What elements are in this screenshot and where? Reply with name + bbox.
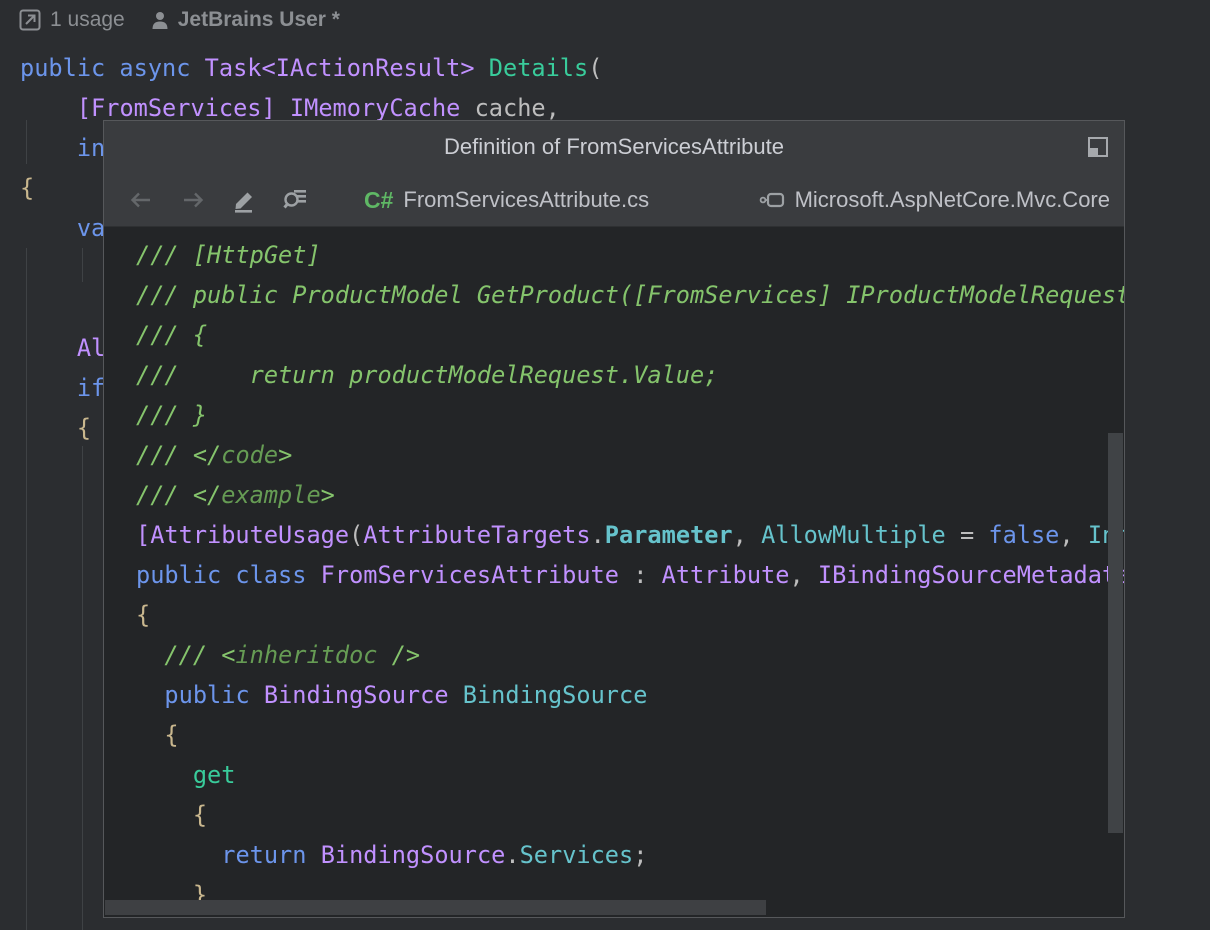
- code-line: {: [136, 795, 1124, 835]
- indent-guide: [26, 120, 27, 164]
- popup-body[interactable]: /// [HttpGet]/// public ProductModel Get…: [104, 227, 1124, 917]
- popup-toolbar: C# FromServicesAttribute.cs Microsoft.As…: [104, 173, 1124, 227]
- code-line: public async Task<IActionResult> Details…: [20, 48, 602, 88]
- code-line: /// </code>: [136, 435, 1124, 475]
- library-icon: [759, 187, 785, 213]
- code-line: /// [HttpGet]: [136, 235, 1124, 275]
- author-annotation[interactable]: JetBrains User *: [178, 8, 340, 32]
- search-preview-icon[interactable]: [282, 187, 308, 213]
- usages-hint[interactable]: 1 usage: [50, 8, 125, 32]
- open-in-tool-window-icon[interactable]: [1086, 135, 1110, 159]
- person-icon: [149, 9, 171, 31]
- forward-arrow-icon[interactable]: [180, 187, 206, 213]
- code-line: /// }: [136, 395, 1124, 435]
- popup-file-name: FromServicesAttribute.cs: [403, 187, 649, 213]
- definition-popup: Definition of FromServicesAttribute: [103, 120, 1125, 918]
- popup-header[interactable]: Definition of FromServicesAttribute: [104, 121, 1124, 227]
- code-line: {: [136, 715, 1124, 755]
- code-line: return BindingSource.Services;: [136, 835, 1124, 875]
- usages-icon[interactable]: [18, 8, 42, 32]
- horizontal-scrollbar-thumb[interactable]: [105, 900, 766, 915]
- edit-source-pencil-icon[interactable]: [232, 187, 258, 213]
- code-line: /// </example>: [136, 475, 1124, 515]
- indent-guide: [82, 248, 83, 282]
- popup-title: Definition of FromServicesAttribute: [444, 134, 784, 160]
- code-line: public BindingSource BindingSource: [136, 675, 1124, 715]
- code-line: /// return productModelRequest.Value;: [136, 355, 1124, 395]
- code-line: {: [136, 595, 1124, 635]
- code-line: [AttributeUsage(AttributeTargets.Paramet…: [136, 515, 1124, 555]
- indent-guide: [26, 248, 27, 930]
- back-arrow-icon[interactable]: [128, 187, 154, 213]
- code-line: get: [136, 755, 1124, 795]
- code-line: /// {: [136, 315, 1124, 355]
- code-line: /// <inheritdoc />: [136, 635, 1124, 675]
- vertical-scrollbar-thumb[interactable]: [1108, 433, 1123, 833]
- indent-guide: [82, 446, 83, 930]
- code-line: /// public ProductModel GetProduct([From…: [136, 275, 1124, 315]
- popup-code[interactable]: /// [HttpGet]/// public ProductModel Get…: [136, 235, 1124, 915]
- code-line: public class FromServicesAttribute : Att…: [136, 555, 1124, 595]
- popup-module-name: Microsoft.AspNetCore.Mvc.Core: [795, 187, 1110, 213]
- inlay-hint-row: 1 usage JetBrains User *: [18, 8, 340, 32]
- csharp-file-icon: C#: [364, 187, 393, 214]
